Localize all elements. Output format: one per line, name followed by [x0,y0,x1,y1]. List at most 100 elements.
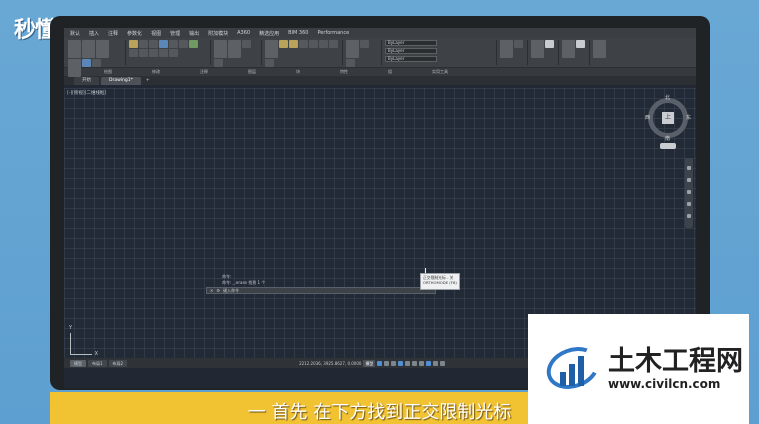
ribbon-tab-bim360[interactable]: BIM 360 [288,30,308,36]
ribbon-tab-view[interactable]: 视图 [151,30,161,37]
layer-freeze-icon[interactable] [289,40,298,48]
paste-icon[interactable] [562,40,575,58]
watermark-logo-icon [540,339,606,397]
lineweight-icon[interactable] [419,360,425,366]
array-icon[interactable] [139,49,148,57]
coordinate-readout[interactable]: 2212.2036, 3925.8627, 0.0000 [299,361,361,366]
erase-icon[interactable] [149,49,158,57]
ribbon-tab-parametric[interactable]: 参数化 [127,30,142,37]
ribbon-tab-performance[interactable]: Performance [317,30,349,36]
group-icon[interactable] [500,40,513,58]
command-line[interactable]: ✕ ⚙ 键入命令 [206,287,436,294]
layout-tab-1[interactable]: 布局1 [88,359,107,367]
explode-icon[interactable] [159,49,168,57]
new-tab-button[interactable]: + [143,77,153,85]
dimension-tool-icon[interactable] [228,40,241,58]
stretch-icon[interactable] [189,40,198,48]
line-tool-icon[interactable] [68,40,81,58]
tab-start[interactable]: 开始 [74,77,99,85]
group-label-properties[interactable]: 特性 [340,69,348,75]
circle-tool-icon[interactable] [96,40,109,58]
polar-icon[interactable] [398,360,404,366]
tab-drawing1[interactable]: Drawing1* [101,77,141,85]
layer-on-icon[interactable] [279,40,288,48]
wrench-icon[interactable]: ⚙ [216,288,220,293]
viewcube[interactable]: 北 南 东 西 上 [645,95,691,142]
group-label-annotation[interactable]: 注释 [200,69,208,75]
ribbon-tab-featured[interactable]: 精选应用 [259,30,279,37]
text-tool-icon[interactable] [214,40,227,58]
layout-tab-2[interactable]: 布局2 [108,359,128,367]
layer-isolate-icon[interactable] [329,40,338,48]
layer-color-icon[interactable] [309,40,318,48]
workspace-icon[interactable] [433,360,439,366]
osnap-icon[interactable] [405,360,411,366]
layer-lock-icon[interactable] [299,40,308,48]
fillet-icon[interactable] [179,40,188,48]
measure-icon[interactable] [531,40,544,58]
layer-combo[interactable]: ByLayer [385,40,437,46]
layout-tab-model[interactable]: 模型 [70,359,86,367]
ungroup-icon[interactable] [514,40,523,48]
ribbon-tab-addins[interactable]: 附加模块 [208,30,228,37]
rectangle-icon[interactable] [82,59,91,67]
command-input[interactable]: 键入命令 [223,288,239,294]
ribbon-tab-insert[interactable]: 插入 [89,30,99,37]
insert-block-icon[interactable] [346,40,359,58]
ribbon-tab-annotate[interactable]: 注释 [108,30,118,37]
copy-clip-icon[interactable] [576,40,585,48]
create-block-icon[interactable] [360,40,369,48]
offset-icon[interactable] [169,49,178,57]
close-icon[interactable]: ✕ [210,288,213,293]
base-view-icon[interactable] [593,40,606,58]
steering-wheel-icon[interactable] [687,166,691,170]
pan-icon[interactable] [687,178,691,182]
layer-match-icon[interactable] [319,40,328,48]
viewcube-east[interactable]: 东 [686,114,691,121]
trim-icon[interactable] [149,40,158,48]
group-label-groups[interactable]: 组 [388,69,392,75]
ortho-icon[interactable] [391,360,397,366]
arc-tool-icon[interactable] [68,59,81,77]
viewport-controls[interactable]: [-][俯视][二维线框] [67,90,106,96]
showmotion-icon[interactable] [687,214,691,218]
grid-icon[interactable] [377,360,383,366]
viewcube-west[interactable]: 西 [645,114,650,121]
leader-icon[interactable] [242,40,251,48]
hatch-icon[interactable] [92,59,101,67]
otrack-icon[interactable] [412,360,418,366]
linetype-combo[interactable]: ByLayer [385,48,437,54]
viewcube-top-face[interactable]: 上 [662,112,674,124]
group-label-modify[interactable]: 修改 [152,69,160,75]
scale-icon[interactable] [129,49,138,57]
ribbon-tab-manage[interactable]: 管理 [170,30,180,37]
rotate-icon[interactable] [139,40,148,48]
group-label-utilities[interactable]: 实用工具 [432,69,448,75]
wcs-menu[interactable] [660,143,676,149]
annotation-scale-icon[interactable] [426,360,432,366]
viewcube-north[interactable]: 北 [665,94,670,101]
polyline-tool-icon[interactable] [82,40,95,58]
ribbon-tab-output[interactable]: 输出 [189,30,199,37]
model-space-button[interactable]: 模型 [363,359,376,367]
group-label-block[interactable]: 块 [296,69,300,75]
layer-previous-icon[interactable] [265,59,274,67]
navigation-bar[interactable] [685,158,693,228]
copy-icon[interactable] [159,40,168,48]
ribbon-tab-a360[interactable]: A360 [237,30,250,36]
group-label-layers[interactable]: 图层 [248,69,256,75]
lineweight-combo[interactable]: ByLayer [385,56,437,62]
table-icon[interactable] [214,59,223,67]
viewcube-south[interactable]: 南 [665,135,670,142]
zoom-icon[interactable] [687,190,691,194]
calculator-icon[interactable] [545,40,554,48]
edit-block-icon[interactable] [346,59,355,67]
orbit-icon[interactable] [687,202,691,206]
snap-icon[interactable] [384,360,390,366]
customize-icon[interactable] [440,360,446,366]
move-icon[interactable] [129,40,138,48]
mirror-icon[interactable] [169,40,178,48]
ribbon-tab-default[interactable]: 默认 [70,30,80,37]
group-label-draw[interactable]: 绘图 [104,69,112,75]
layer-properties-icon[interactable] [265,40,278,58]
